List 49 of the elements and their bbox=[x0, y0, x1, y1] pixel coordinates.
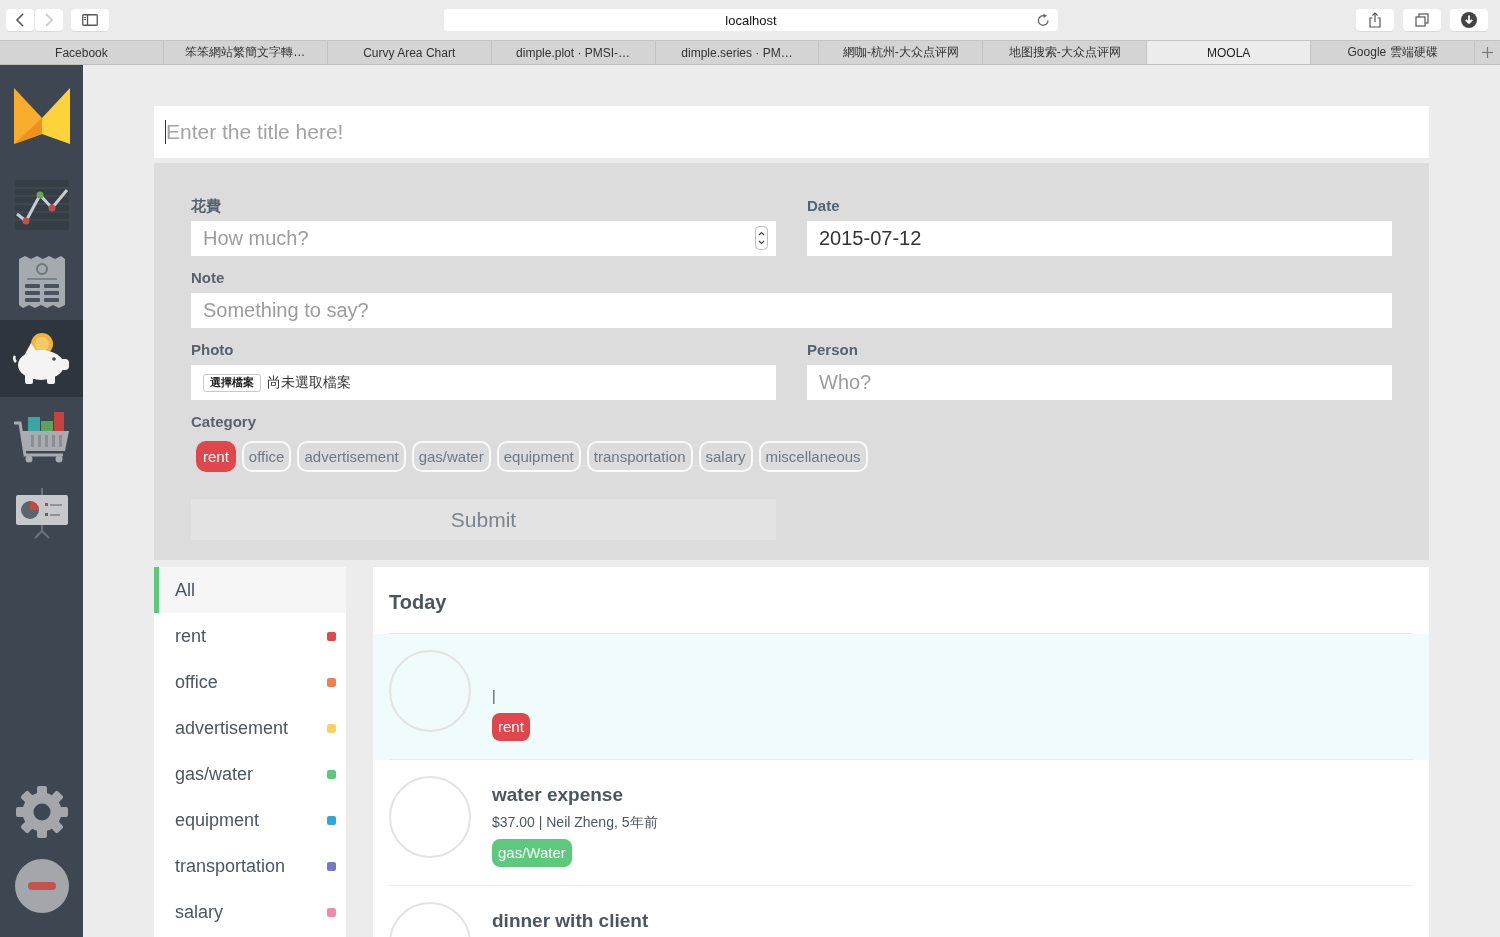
sidebar-icon bbox=[82, 14, 98, 26]
category-tag-label: gas/Water bbox=[492, 839, 572, 867]
tabs-overview-button[interactable] bbox=[1403, 9, 1441, 31]
person-field[interactable]: Who? bbox=[807, 365, 1392, 400]
bowtie-logo-icon[interactable] bbox=[13, 87, 70, 144]
category-tag[interactable]: rent bbox=[196, 441, 236, 472]
downloads-button[interactable] bbox=[1450, 9, 1488, 31]
sidebar-nav-item[interactable] bbox=[0, 320, 83, 397]
entry-title: water expense bbox=[492, 783, 623, 807]
sidebar-toggle-button[interactable] bbox=[71, 9, 109, 31]
field-label: Date bbox=[807, 197, 840, 215]
share-icon bbox=[1369, 12, 1381, 28]
choose-file-button[interactable]: 選擇檔案 bbox=[203, 373, 261, 392]
entry-details: | bbox=[492, 687, 496, 705]
spinner-icon[interactable] bbox=[755, 226, 768, 250]
settings-icon bbox=[14, 785, 69, 839]
field-label: Note bbox=[191, 269, 225, 287]
title-field[interactable]: Enter the title here! bbox=[154, 106, 1429, 158]
line-chart-icon bbox=[14, 179, 69, 230]
empty-circle-icon bbox=[389, 776, 471, 858]
entry-title: dinner with client bbox=[492, 909, 649, 933]
piggy-bank-icon bbox=[11, 331, 72, 386]
receipt-icon bbox=[16, 254, 67, 309]
presentation-board-icon bbox=[14, 485, 69, 540]
file-status-text: 尚未選取檔案 bbox=[267, 373, 351, 392]
entry-details: $37.00 | Neil Zheng, 5年前 bbox=[492, 813, 658, 831]
field-label: Person bbox=[807, 341, 858, 359]
expense-entry[interactable]: | rent bbox=[373, 634, 1429, 760]
category-tag-label: rent bbox=[492, 713, 530, 741]
download-icon bbox=[1461, 12, 1477, 28]
back-button[interactable] bbox=[6, 9, 34, 31]
amount-field[interactable]: How much? bbox=[191, 221, 776, 256]
overlapping-squares-icon bbox=[1415, 13, 1429, 27]
address-field[interactable]: localhost bbox=[444, 9, 1058, 31]
field-label: Category bbox=[191, 413, 257, 431]
category-filter-item[interactable]: All bbox=[154, 567, 346, 613]
browser-tab[interactable]: MOOLA bbox=[1147, 41, 1312, 64]
plus-icon bbox=[1482, 47, 1493, 58]
date-field[interactable]: 2015-07-12 bbox=[807, 221, 1392, 256]
section-heading: Today bbox=[389, 590, 447, 614]
field-label: 花費 bbox=[191, 197, 221, 215]
reload-icon[interactable] bbox=[1037, 13, 1050, 27]
share-button[interactable] bbox=[1356, 9, 1394, 31]
address-text: localhost bbox=[725, 12, 777, 28]
empty-circle-icon bbox=[389, 650, 471, 732]
remove-icon bbox=[14, 859, 69, 913]
note-field[interactable]: Something to say? bbox=[191, 293, 1392, 328]
field-label: Photo bbox=[191, 341, 234, 359]
file-upload-field[interactable]: 選擇檔案 尚未選取檔案 bbox=[191, 365, 776, 400]
